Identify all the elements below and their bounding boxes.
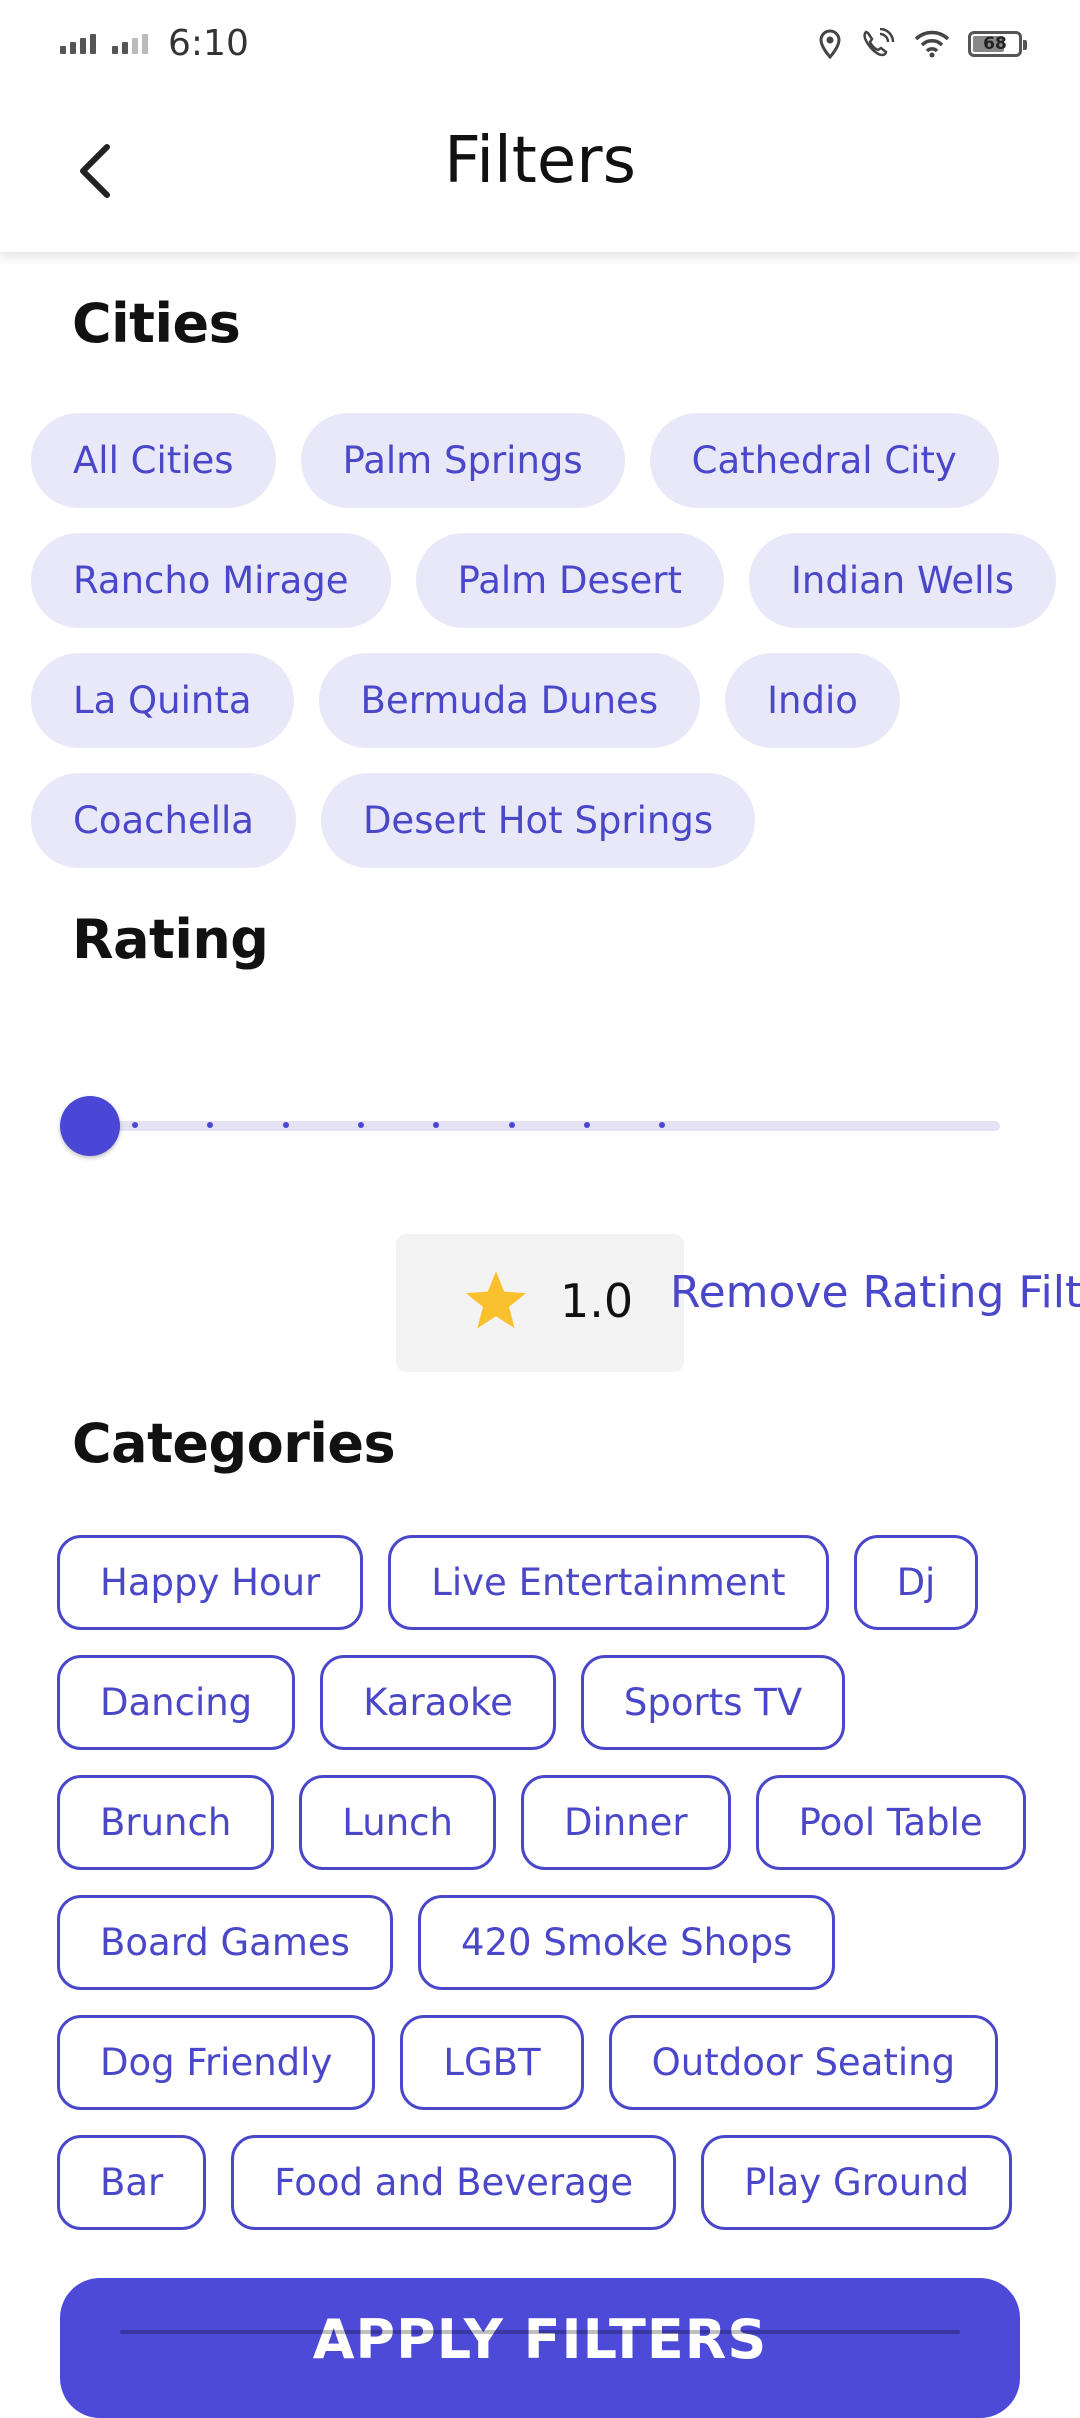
city-chip[interactable]: La Quinta (31, 653, 294, 748)
slider-tick (132, 1122, 138, 1128)
city-chip[interactable]: Indio (725, 653, 900, 748)
city-chip[interactable]: Palm Desert (415, 533, 724, 628)
slider-tick (433, 1122, 439, 1128)
category-chip[interactable]: Sports TV (580, 1655, 846, 1750)
city-chip[interactable]: All Cities (31, 413, 276, 508)
location-icon (818, 29, 842, 59)
rating-display: 1.0 (396, 1234, 684, 1372)
city-chip[interactable]: Desert Hot Springs (320, 773, 756, 868)
city-chip[interactable]: Indian Wells (748, 533, 1057, 628)
city-chip[interactable]: Coachella (31, 773, 296, 868)
city-chip[interactable]: Bermuda Dunes (318, 653, 701, 748)
city-chip-list: All Cities Palm Springs Cathedral City Ranc… (31, 413, 1061, 868)
category-chip[interactable]: Board Games (57, 1895, 393, 1990)
status-bar: 6:10 68 (0, 0, 1080, 86)
wifi-icon (914, 30, 950, 58)
category-chip[interactable]: Live Entertainment (388, 1535, 829, 1630)
category-chip[interactable]: Play Ground (701, 2135, 1013, 2230)
app-header: Filters (0, 86, 1080, 252)
slider-thumb[interactable] (60, 1096, 120, 1156)
battery-icon: 68 (968, 31, 1027, 57)
star-icon (465, 1271, 527, 1329)
category-chip[interactable]: 420 Smoke Shops (417, 1895, 836, 1990)
signal-icon (60, 32, 96, 54)
category-chip[interactable]: Brunch (57, 1775, 275, 1870)
category-chip[interactable]: Karaoke (320, 1655, 556, 1750)
slider-tick (207, 1122, 213, 1128)
slider-tick (509, 1122, 515, 1128)
status-bar-left: 6:10 (60, 18, 249, 68)
slider-tick (358, 1122, 364, 1128)
category-chip[interactable]: Dj (853, 1535, 979, 1630)
category-chip[interactable]: Lunch (299, 1775, 496, 1870)
city-chip[interactable]: Palm Springs (300, 413, 625, 508)
category-chip[interactable]: LGBT (400, 2015, 584, 2110)
battery-level: 68 (983, 34, 1007, 54)
rating-title: Rating (72, 908, 269, 971)
city-chip[interactable]: Cathedral City (649, 413, 999, 508)
categories-title: Categories (72, 1412, 396, 1475)
signal-icon (112, 32, 148, 54)
remove-rating-filter-link[interactable]: Remove Rating Filte (670, 1267, 1080, 1318)
category-chip[interactable]: Dog Friendly (57, 2015, 376, 2110)
category-chip[interactable]: Outdoor Seating (608, 2015, 999, 2110)
slider-tick (659, 1122, 665, 1128)
city-chip[interactable]: Rancho Mirage (31, 533, 391, 628)
category-chip[interactable]: Bar (57, 2135, 207, 2230)
apply-filters-button[interactable]: APPLY FILTERS (60, 2278, 1020, 2418)
cities-title: Cities (72, 292, 241, 355)
rating-slider[interactable] (60, 1096, 1000, 1156)
slider-tick (584, 1122, 590, 1128)
page-title: Filters (444, 124, 636, 198)
status-time: 6:10 (168, 22, 249, 64)
rating-value: 1.0 (560, 1274, 634, 1328)
category-chip[interactable]: Happy Hour (57, 1535, 364, 1630)
category-chip[interactable]: Pool Table (755, 1775, 1026, 1870)
category-chip[interactable]: Dinner (520, 1775, 731, 1870)
slider-track (90, 1121, 1000, 1131)
slider-tick (283, 1122, 289, 1128)
category-chip-list: Happy Hour Live Entertainment Dj Dancing Kar… (57, 1535, 1057, 2230)
category-chip[interactable]: Dancing (57, 1655, 296, 1750)
wifi-call-icon (860, 28, 896, 60)
category-chip[interactable]: Food and Beverage (231, 2135, 677, 2230)
status-bar-right: 68 (818, 22, 1027, 66)
